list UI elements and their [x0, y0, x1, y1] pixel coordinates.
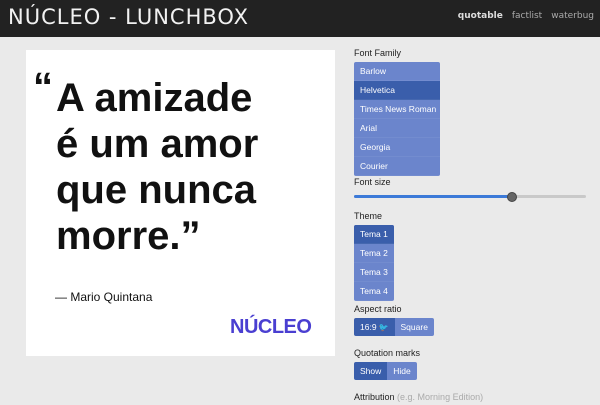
opening-quotation-mark: “	[33, 65, 53, 109]
theme-list: Tema 1 Tema 2 Tema 3 Tema 4	[354, 225, 394, 301]
aspect-ratio-label: Aspect ratio	[354, 304, 402, 314]
aspect-16-9-button[interactable]: 16:9 🐦	[354, 318, 395, 336]
quotation-marks-group: Show Hide	[354, 362, 417, 380]
quotation-marks-label: Quotation marks	[354, 348, 421, 358]
theme-option-4[interactable]: Tema 4	[354, 282, 394, 301]
attribution-placeholder: (e.g. Morning Edition)	[397, 392, 484, 402]
font-option-courier[interactable]: Courier	[354, 157, 440, 176]
font-size-label: Font size	[354, 177, 391, 187]
theme-option-3[interactable]: Tema 3	[354, 263, 394, 282]
theme-option-1[interactable]: Tema 1	[354, 225, 394, 244]
font-family-label: Font Family	[354, 48, 402, 58]
font-family-list: Barlow Helvetica Times News Roman Arial …	[354, 62, 440, 176]
quote-line: A amizade	[56, 76, 253, 120]
font-size-slider-fill	[354, 195, 512, 198]
font-size-slider[interactable]	[354, 192, 586, 202]
quote-line: é um amor	[56, 122, 259, 166]
theme-option-2[interactable]: Tema 2	[354, 244, 394, 263]
font-option-barlow[interactable]: Barlow	[354, 62, 440, 81]
aspect-ratio-group: 16:9 🐦 Square	[354, 318, 434, 336]
font-option-arial[interactable]: Arial	[354, 119, 440, 138]
quotation-show-button[interactable]: Show	[354, 362, 388, 380]
quote-text: A amizade é um amor que nunca morre.”	[56, 75, 326, 259]
font-option-helvetica[interactable]: Helvetica	[354, 81, 440, 100]
quote-card-preview: “ A amizade é um amor que nunca morre.” …	[26, 50, 335, 356]
quote-line: morre.”	[56, 214, 201, 258]
font-option-times-news-roman[interactable]: Times News Roman	[354, 100, 440, 119]
aspect-square-button[interactable]: Square	[394, 318, 434, 336]
aspect-16-9-label: 16:9	[360, 322, 377, 332]
app-title: NÚCLEO - LUNCHBOX	[8, 5, 249, 29]
twitter-bird-icon: 🐦	[378, 323, 389, 332]
quotation-hide-button[interactable]: Hide	[387, 362, 417, 380]
font-size-slider-thumb[interactable]	[506, 192, 517, 202]
attribution-field[interactable]: Attribution (e.g. Morning Edition)	[354, 392, 483, 402]
nucleo-logo: NÚCLEO	[230, 316, 312, 338]
quote-line: que nunca	[56, 168, 257, 212]
attribution-label: Attribution	[354, 392, 395, 402]
font-option-georgia[interactable]: Georgia	[354, 138, 440, 157]
quote-attribution: — Mario Quintana	[55, 290, 153, 304]
theme-label: Theme	[354, 211, 383, 221]
controls-panel: Font Family Barlow Helvetica Times News …	[354, 0, 594, 405]
